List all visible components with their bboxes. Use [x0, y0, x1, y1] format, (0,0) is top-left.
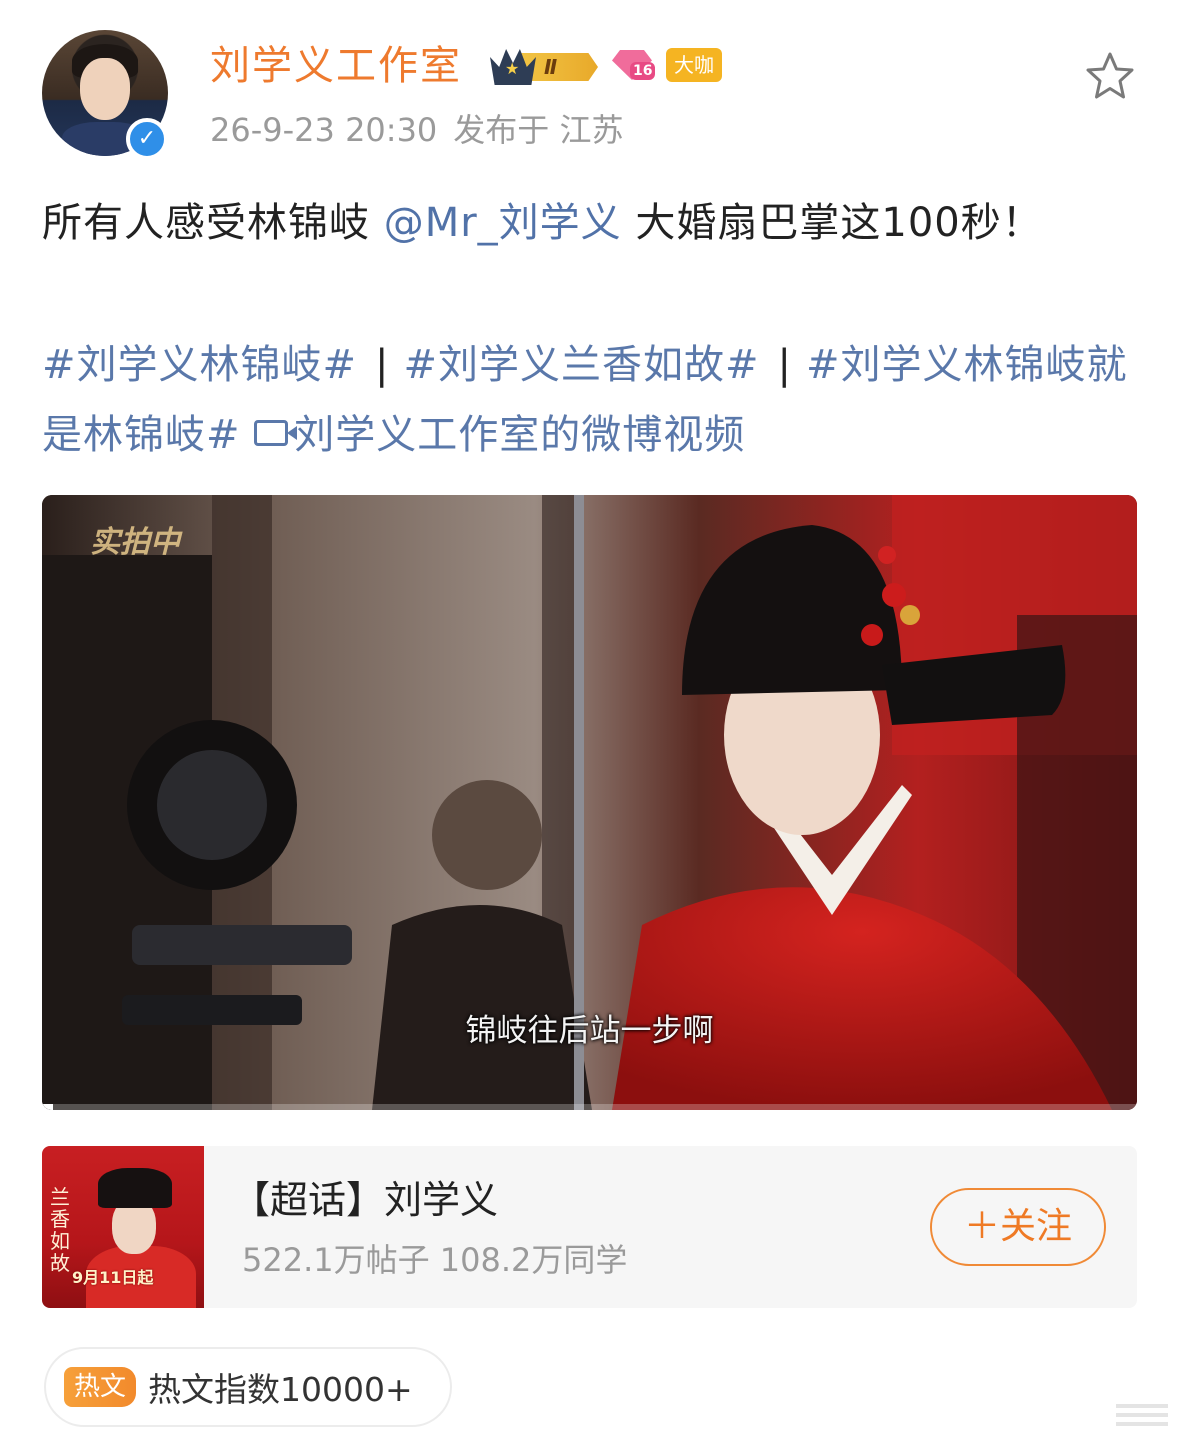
role-badge[interactable]: 大咖 — [666, 48, 722, 82]
topic-separator: | — [375, 342, 390, 388]
video-progress-bar[interactable] — [42, 1104, 1137, 1110]
post-location: 发布于 江苏 — [453, 111, 624, 149]
post-text-lead: 所有人感受林锦岐 — [42, 200, 370, 246]
user-badges: Ⅱ ★ 16 大咖 — [490, 44, 722, 86]
user-mention-link[interactable]: @Mr_刘学义 — [384, 200, 622, 246]
video-watermark: 实拍中 — [90, 525, 180, 560]
video-progress-fill — [42, 1104, 53, 1110]
topic-links: #刘学义林锦岐# | #刘学义兰香如故# | #刘学义林锦岐就是林锦岐# 刘学义工作室的… — [42, 330, 1138, 470]
poster-date: 9月11日起 — [72, 1268, 154, 1287]
poster-title: 兰香如故 — [50, 1185, 70, 1275]
topic-link-1[interactable]: #刘学义林锦岐# — [42, 342, 357, 388]
topic-separator: | — [777, 342, 793, 388]
hot-tag-badge: 热文 — [64, 1367, 137, 1407]
super-topic-title: 【超话】刘学义 — [232, 1178, 499, 1222]
follow-button[interactable]: ＋关注 — [930, 1188, 1106, 1266]
hot-index-text: 热文指数10000+ — [148, 1370, 413, 1409]
post-timestamp: 26-9-23 20:30 — [210, 111, 438, 149]
username[interactable]: 刘学义工作室 — [210, 38, 462, 94]
video-caption: 锦岐往后站一步啊 — [465, 1013, 714, 1049]
video-player[interactable]: 实拍中 锦岐往后站一步啊 — [42, 495, 1137, 1110]
verified-v-icon: ✓ — [126, 118, 168, 160]
fan-level-badge[interactable]: 16 — [612, 44, 656, 86]
super-topic-card[interactable]: 兰香如故 9月11日起 【超话】刘学义 522.1万帖子 108.2万同学 ＋关… — [42, 1146, 1137, 1308]
video-camera-icon — [254, 420, 298, 446]
post-text: 所有人感受林锦岐 @Mr_刘学义 大婚扇巴掌这100秒！ — [42, 188, 1138, 258]
hot-index-pill[interactable]: 热文 热文指数10000+ — [44, 1347, 452, 1427]
fan-level-number: 16 — [630, 62, 656, 80]
topic-poster: 兰香如故 9月11日起 — [42, 1146, 204, 1308]
avatar-face — [80, 58, 130, 120]
weibo-post: ✓ 刘学义工作室 Ⅱ ★ 16 大咖 26-9-23 20:30 发布于 江苏 所… — [0, 0, 1179, 1444]
member-crown-badge[interactable]: Ⅱ ★ — [490, 45, 604, 85]
video-source-link[interactable]: 刘学义工作室的微博视频 — [294, 412, 745, 458]
poster-figure-hat — [98, 1168, 172, 1208]
favorite-button[interactable] — [1082, 50, 1138, 102]
menu-lines-icon — [1116, 1404, 1168, 1426]
topic-link-2[interactable]: #刘学义兰香如故# — [404, 342, 760, 388]
post-meta: 26-9-23 20:30 发布于 江苏 — [210, 108, 623, 152]
super-topic-stats: 522.1万帖子 108.2万同学 — [242, 1241, 628, 1279]
star-outline-icon — [1086, 52, 1134, 99]
post-text-tail: 大婚扇巴掌这100秒！ — [621, 200, 1043, 246]
star-icon: ★ — [505, 59, 520, 78]
